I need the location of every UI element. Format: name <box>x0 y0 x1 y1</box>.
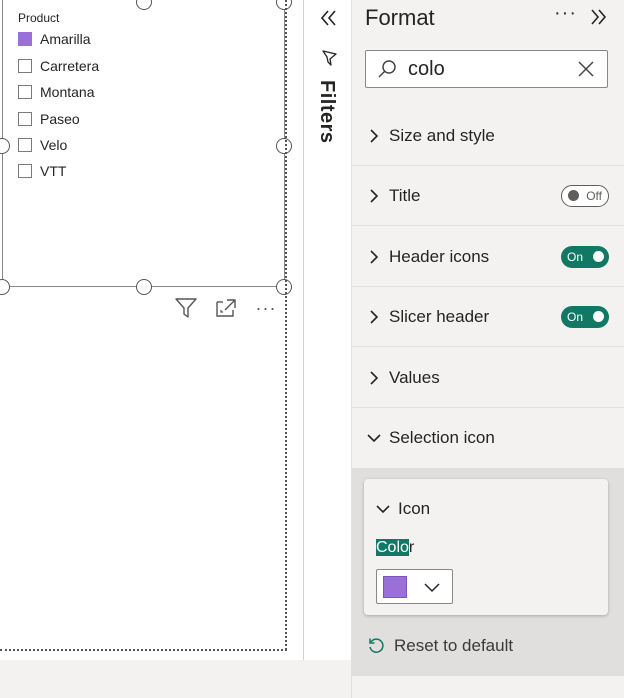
slicer-item-amarilla[interactable]: Amarilla <box>18 29 91 49</box>
slicer-item-label: Paseo <box>40 111 80 127</box>
chevron-right-icon <box>370 370 379 385</box>
slicer-item-vtt[interactable]: VTT <box>18 161 66 181</box>
double-chevron-left-icon[interactable] <box>316 6 340 30</box>
checkbox[interactable] <box>18 59 32 73</box>
toggle-state-label: On <box>567 249 584 264</box>
slicer-header-title: Product <box>18 11 60 25</box>
canvas-page-edge <box>285 0 287 650</box>
chevron-down-icon <box>376 505 390 514</box>
color-swatch <box>383 575 407 598</box>
checkbox-checked[interactable] <box>18 32 32 46</box>
search-box[interactable] <box>365 50 608 88</box>
checkbox[interactable] <box>18 164 32 178</box>
resize-handle-bottom-left[interactable] <box>0 279 10 295</box>
section-size-and-style[interactable]: Size and style <box>352 106 624 166</box>
slicer-item-paseo[interactable]: Paseo <box>18 109 80 129</box>
slicer-item-label: Amarilla <box>40 31 91 47</box>
more-options-icon[interactable]: ··· <box>554 2 577 25</box>
section-label: Header icons <box>389 246 490 266</box>
chevron-right-icon <box>370 128 379 143</box>
slicer-item-label: Montana <box>40 84 95 100</box>
reset-to-default-button[interactable]: Reset to default <box>367 636 513 656</box>
toggle-knob <box>593 251 604 262</box>
slicer-item-velo[interactable]: Velo <box>18 135 67 155</box>
search-icon <box>376 58 398 80</box>
section-header-icons[interactable]: Header icons On <box>352 227 624 287</box>
color-label-rest: r <box>408 539 415 556</box>
icon-card: Icon Color <box>364 479 608 615</box>
section-label: Size and style <box>389 125 495 145</box>
section-slicer-header[interactable]: Slicer header On <box>352 287 624 347</box>
header-icons-toggle[interactable]: On <box>561 245 609 268</box>
chevron-down-icon <box>367 434 381 443</box>
toggle-knob <box>568 190 579 201</box>
selection-icon-content: Icon Color Reset to default <box>352 468 624 676</box>
canvas-footer-bar <box>0 660 352 698</box>
close-icon[interactable] <box>576 59 596 79</box>
search-match-highlight: Colo <box>376 539 409 556</box>
slicer-item-label: VTT <box>40 163 67 179</box>
reset-icon <box>369 638 384 653</box>
filter-icon[interactable] <box>172 296 200 320</box>
resize-handle-top-right[interactable] <box>276 0 292 10</box>
color-setting-label: Color <box>376 539 414 557</box>
resize-handle-bottom[interactable] <box>136 279 152 295</box>
toggle-knob <box>593 311 604 322</box>
slicer-item-carretera[interactable]: Carretera <box>18 56 99 76</box>
toggle-state-label: On <box>567 309 584 324</box>
slicer-item-label: Carretera <box>40 58 100 74</box>
checkbox[interactable] <box>18 85 32 99</box>
slicer-item-label: Velo <box>40 137 68 153</box>
search-input[interactable] <box>408 57 568 81</box>
icon-card-header[interactable]: Icon <box>376 499 430 519</box>
reset-label: Reset to default <box>394 636 514 655</box>
slicer-header-toggle[interactable]: On <box>561 305 609 328</box>
filters-pane-label[interactable]: Filters <box>315 80 338 144</box>
format-pane: Format ··· Size and style Title Off Head… <box>351 0 624 698</box>
color-picker-dropdown[interactable] <box>376 569 453 604</box>
slicer-item-montana[interactable]: Montana <box>18 82 94 102</box>
resize-handle-right[interactable] <box>276 138 292 154</box>
title-toggle[interactable]: Off <box>561 184 609 207</box>
chevron-down-icon <box>424 582 440 592</box>
section-values[interactable]: Values <box>352 348 624 408</box>
section-label: Values <box>389 367 440 387</box>
section-label: Selection icon <box>389 428 495 447</box>
card-label: Icon <box>398 499 431 518</box>
filters-pane-collapsed[interactable]: Filters <box>303 0 351 660</box>
product-slicer-visual[interactable]: Product Amarilla Carretera Montana Paseo… <box>2 0 285 287</box>
more-options-icon[interactable]: ··· <box>252 296 280 320</box>
double-chevron-right-icon[interactable] <box>588 6 610 28</box>
section-label: Slicer header <box>389 306 490 326</box>
chevron-right-icon <box>370 249 379 264</box>
section-label: Title <box>389 185 421 205</box>
section-title[interactable]: Title Off <box>352 166 624 226</box>
checkbox[interactable] <box>18 112 32 126</box>
toggle-state-label: Off <box>586 188 602 203</box>
section-selection-icon[interactable]: Selection icon <box>352 408 624 468</box>
focus-mode-icon[interactable] <box>212 296 240 320</box>
pane-title: Format <box>365 5 435 30</box>
report-canvas: Product Amarilla Carretera Montana Paseo… <box>0 0 303 698</box>
canvas-page-bottom-edge <box>0 649 287 651</box>
checkbox[interactable] <box>18 138 32 152</box>
funnel-icon <box>320 49 338 67</box>
chevron-right-icon <box>370 309 379 324</box>
resize-handle-bottom-right[interactable] <box>276 279 292 295</box>
chevron-right-icon <box>370 188 379 203</box>
visual-header-toolbar: ··· <box>172 296 280 320</box>
